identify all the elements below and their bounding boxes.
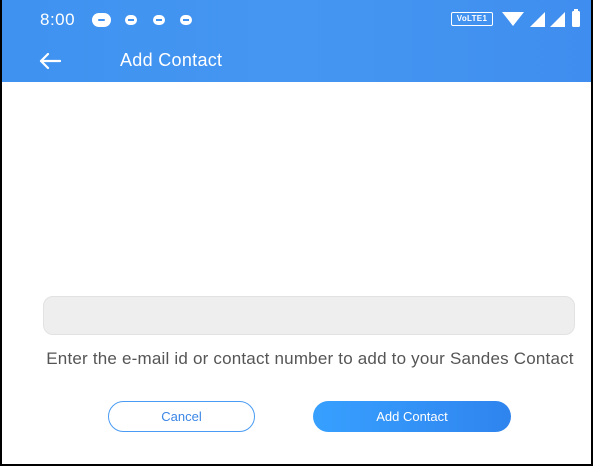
status-time: 8:00 (40, 10, 76, 29)
wifi-icon (502, 12, 524, 26)
add-contact-button[interactable]: Add Contact (313, 401, 511, 432)
back-button[interactable] (36, 48, 64, 74)
contact-input[interactable] (43, 296, 575, 335)
phone-screen: 8:00 VoLTE1 Add Contact Enter the e-mail… (0, 0, 593, 466)
volte-badge: VoLTE1 (451, 12, 493, 26)
status-bar: 8:00 VoLTE1 (2, 0, 591, 36)
notification-icon (125, 15, 137, 25)
chat-bubble-icon (92, 13, 111, 27)
battery-icon (572, 9, 580, 27)
notification-icon (180, 15, 192, 25)
page-title: Add Contact (120, 50, 223, 70)
arrow-left-icon (39, 52, 61, 70)
cancel-button[interactable]: Cancel (108, 401, 255, 432)
signal-icon (550, 12, 565, 27)
signal-icon (530, 12, 545, 27)
notification-icon (153, 15, 165, 25)
app-bar: 8:00 VoLTE1 Add Contact (2, 0, 591, 82)
helper-text: Enter the e-mail id or contact number to… (46, 349, 574, 368)
